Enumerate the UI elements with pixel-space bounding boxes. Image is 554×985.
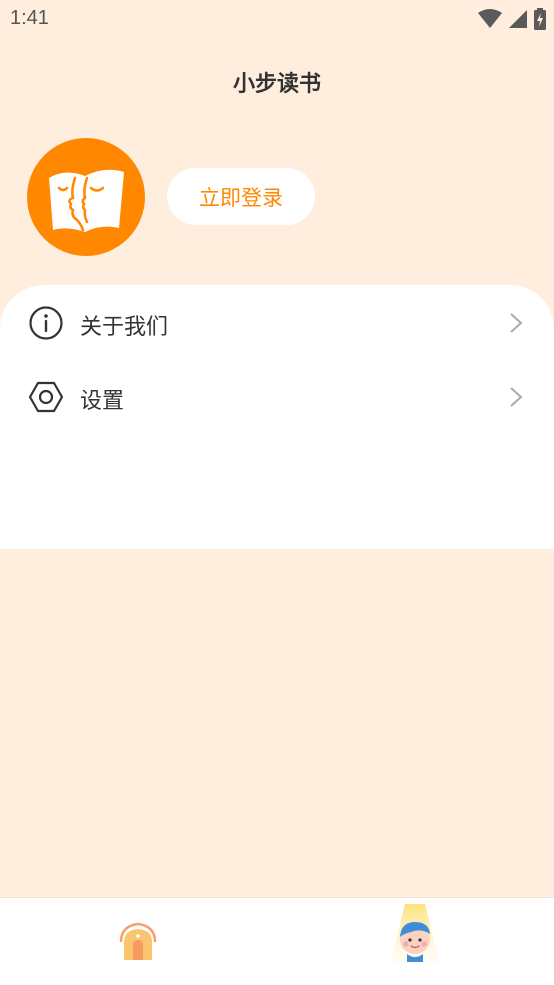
- profile-child-icon: [391, 904, 439, 962]
- battery-charging-icon: [534, 8, 546, 30]
- status-icons: [478, 8, 546, 30]
- wifi-icon: [478, 9, 502, 28]
- menu-item-label: 设置: [80, 389, 125, 414]
- settings-hexagon-icon: [28, 381, 64, 413]
- book-faces-logo: [49, 169, 124, 232]
- signal-icon: [509, 10, 527, 28]
- home-house-icon: [119, 922, 157, 960]
- chevron-right-icon: [510, 387, 523, 407]
- menu-item-label: 关于我们: [80, 315, 169, 340]
- login-button[interactable]: 立即登录: [167, 168, 315, 225]
- bottom-tab-bar: [0, 897, 554, 985]
- tab-home[interactable]: [0, 898, 277, 985]
- info-icon: [29, 306, 63, 340]
- menu-card: 关于我们 设置: [0, 285, 554, 549]
- status-time: 1:41: [10, 7, 49, 29]
- tab-profile[interactable]: [277, 898, 554, 985]
- avatar[interactable]: [27, 138, 145, 256]
- menu-item-settings[interactable]: 设置: [0, 362, 554, 432]
- page-title: 小步读书: [232, 72, 321, 97]
- status-bar: 1:41: [0, 0, 554, 40]
- menu-item-about-us[interactable]: 关于我们: [0, 288, 554, 358]
- chevron-right-icon: [510, 313, 523, 333]
